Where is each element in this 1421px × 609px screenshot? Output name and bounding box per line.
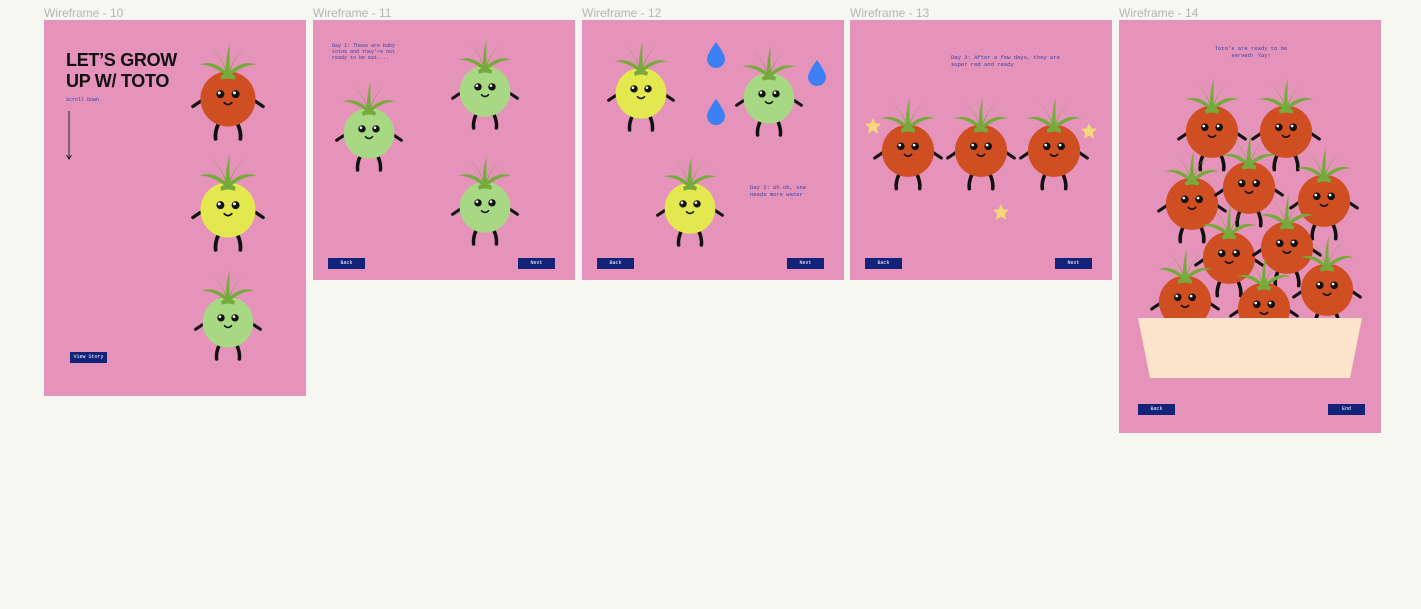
water-drop-icon	[808, 60, 826, 86]
tomato-character-icon	[451, 155, 519, 246]
wireframe-14[interactable]: Toto's are ready to be served! Yay! Back…	[1119, 20, 1381, 433]
sparkle-star-icon	[992, 203, 1010, 220]
scroll-hint: Scroll Down	[66, 97, 100, 103]
wireframe-13[interactable]: Day 3: After a few days, they are super …	[850, 20, 1112, 280]
wireframe-10[interactable]: LET’S GROW UP W/ TOTO Scroll Down View S…	[44, 20, 306, 396]
wireframe-12[interactable]: Day 2: Uh oh, one needs more water Back …	[582, 20, 844, 280]
water-drop-icon	[707, 99, 725, 125]
down-arrow-icon	[66, 111, 72, 160]
tomato-character-icon	[451, 39, 519, 130]
tomato-character-icon	[607, 41, 675, 132]
tomato-character-icon	[946, 97, 1016, 191]
tomato-character-icon	[194, 270, 262, 361]
story-caption: Toto's are ready to be served! Yay!	[1214, 45, 1288, 59]
next-button[interactable]: Next	[787, 258, 824, 269]
tomato-character-icon	[656, 156, 724, 247]
page-title: LET’S GROW UP W/ TOTO	[66, 50, 177, 91]
frame-label-wireframe-10[interactable]: Wireframe - 10	[44, 6, 123, 20]
sparkle-star-icon	[864, 117, 882, 134]
water-drop-icon	[707, 42, 725, 68]
back-button[interactable]: Back	[328, 258, 365, 269]
story-caption: Day 3: After a few days, they are super …	[951, 54, 1060, 68]
tomato-character-icon	[191, 42, 265, 141]
frame-label-wireframe-11[interactable]: Wireframe - 11	[313, 6, 391, 20]
next-button[interactable]: Next	[518, 258, 555, 269]
view-story-button[interactable]: View Story	[70, 352, 107, 363]
next-button[interactable]: Next	[1055, 258, 1092, 269]
tomato-character-icon	[191, 153, 265, 252]
story-caption: Day 1: These are baby totos and they're …	[332, 43, 396, 61]
tomato-character-icon	[873, 97, 943, 191]
end-button[interactable]: End	[1328, 404, 1365, 415]
frame-label-wireframe-13[interactable]: Wireframe - 13	[850, 6, 929, 20]
sparkle-star-icon	[1080, 122, 1098, 139]
back-button[interactable]: Back	[865, 258, 902, 269]
back-button[interactable]: Back	[597, 258, 634, 269]
tomato-character-icon	[1019, 97, 1089, 191]
wireframe-11[interactable]: Day 1: These are baby totos and they're …	[313, 20, 575, 280]
tomato-character-icon	[735, 46, 803, 137]
bowl-icon	[1138, 318, 1362, 378]
tomato-character-icon	[335, 81, 403, 172]
story-caption: Day 2: Uh oh, one needs more water	[750, 184, 807, 198]
frame-label-wireframe-12[interactable]: Wireframe - 12	[582, 6, 661, 20]
back-button[interactable]: Back	[1138, 404, 1175, 415]
frame-label-wireframe-14[interactable]: Wireframe - 14	[1119, 6, 1198, 20]
